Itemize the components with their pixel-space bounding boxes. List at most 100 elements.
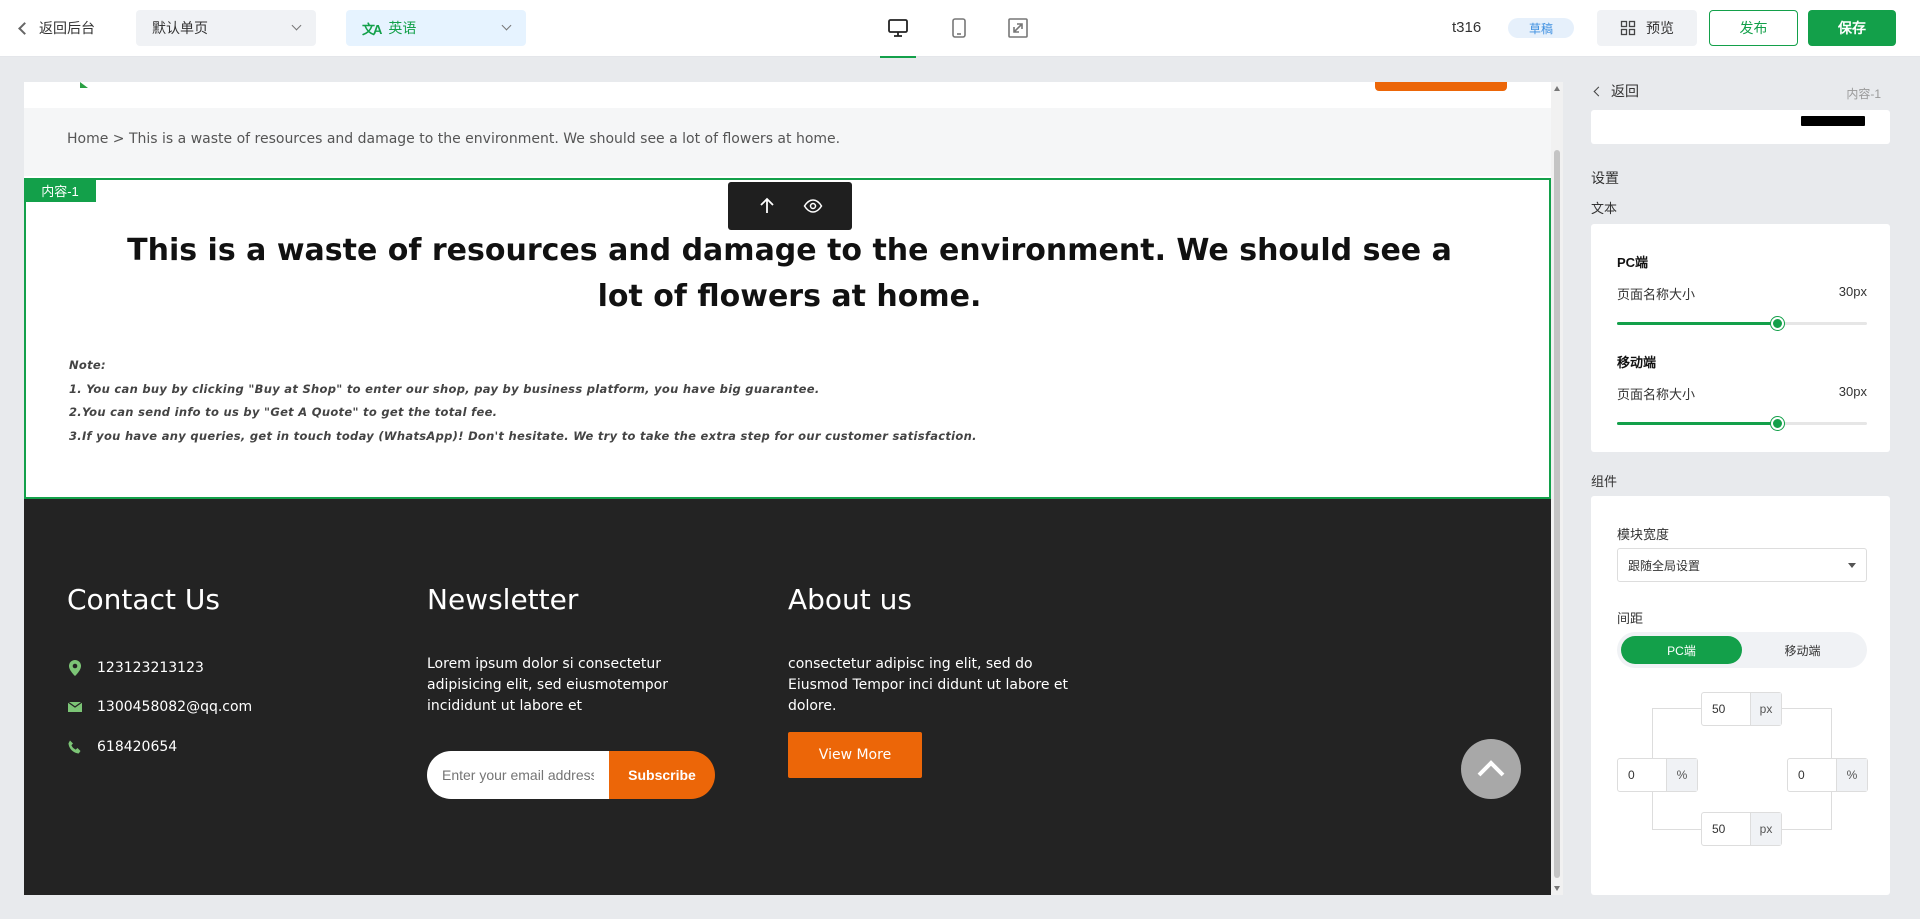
module-tag: 内容-1 (24, 178, 96, 202)
spacing-left-unit: % (1666, 759, 1697, 791)
toggle-mobile[interactable]: 移动端 (1742, 636, 1863, 664)
spacing-bottom-unit: px (1750, 813, 1781, 845)
contact-phone-text[interactable]: 618420654 (97, 739, 177, 755)
preview-button[interactable]: 预览 (1597, 10, 1697, 46)
contact-phone: 618420654 (67, 739, 177, 755)
note-line-2: 2.You can send info to us by "Get A Quot… (69, 405, 498, 419)
page-id: t316 (1452, 19, 1482, 36)
eye-icon[interactable] (803, 196, 823, 216)
settings-heading: 设置 (1591, 170, 1619, 186)
contact-address: 123123213123 (67, 659, 204, 677)
slider-thumb[interactable] (1771, 317, 1784, 330)
preview-label: 预览 (1646, 20, 1674, 36)
breadcrumb[interactable]: Home > This is a waste of resources and … (67, 131, 840, 147)
language-select-value: 英语 (388, 20, 417, 36)
module-width-select[interactable]: 跟随全局设置 (1617, 548, 1867, 582)
language-select[interactable]: 文A 英语 (346, 10, 526, 46)
pc-font-size-label: 页面名称大小 (1617, 287, 1696, 302)
spacing-label: 间距 (1617, 611, 1644, 626)
text-settings-card: PC端 页面名称大小 30px 移动端 页面名称大小 30px (1591, 224, 1890, 452)
about-text: consectetur adipisc ing elit, sed do Eiu… (788, 656, 1069, 714)
slider-thumb[interactable] (1771, 417, 1784, 430)
contact-email: 1300458082@qq.com (67, 699, 252, 715)
publish-button[interactable]: 发布 (1709, 10, 1798, 46)
spacing-right-input[interactable]: % (1787, 758, 1868, 792)
scrollbar-thumb[interactable] (1554, 150, 1560, 878)
arrow-up-icon[interactable] (757, 196, 777, 216)
mobile-font-size-value: 30px (1838, 384, 1867, 399)
fullscreen-icon (1008, 18, 1028, 38)
save-button[interactable]: 保存 (1808, 10, 1896, 46)
top-toolbar: 返回后台 默认单页 文A 英语 t316 草稿 预览 发布 保存 (0, 0, 1920, 58)
color-swatch[interactable] (1801, 116, 1865, 126)
mobile-label: 移动端 (1617, 355, 1657, 370)
mobile-icon (952, 18, 966, 38)
mobile-font-size-label: 页面名称大小 (1617, 387, 1696, 402)
status-badge: 草稿 (1508, 18, 1574, 38)
contact-email-text[interactable]: 1300458082@qq.com (97, 699, 252, 715)
spacing-bottom-value[interactable] (1702, 813, 1750, 845)
page-select[interactable]: 默认单页 (136, 10, 316, 46)
mobile-font-size-slider[interactable] (1617, 417, 1867, 430)
phone-icon (68, 740, 81, 754)
panel-back-button[interactable]: 返回 (1593, 82, 1639, 100)
newsletter-form: Subscribe (427, 751, 715, 799)
content-module[interactable]: 内容-1 This is a waste of resources and da… (24, 178, 1551, 499)
scroll-to-top-button[interactable] (1461, 739, 1521, 799)
module-width-value: 跟随全局设置 (1628, 558, 1701, 573)
toggle-pc[interactable]: PC端 (1621, 636, 1742, 664)
desktop-view-button[interactable] (880, 14, 916, 58)
view-more-button[interactable]: View More (788, 732, 922, 778)
slider-fill (1617, 422, 1777, 425)
pc-label: PC端 (1617, 255, 1649, 270)
subscribe-button[interactable]: Subscribe (609, 751, 715, 799)
spacing-device-toggle: PC端 移动端 (1617, 632, 1867, 668)
newsletter-email-input[interactable] (427, 751, 609, 799)
previous-setting-card (1591, 110, 1890, 144)
module-floating-toolbar (728, 182, 852, 230)
pc-font-size-slider[interactable] (1617, 317, 1867, 330)
chevron-down-icon (501, 20, 512, 31)
pc-font-size-value: 30px (1838, 284, 1867, 299)
location-pin-icon (69, 660, 81, 676)
content-title: This is a waste of resources and damage … (127, 233, 1452, 314)
panel-back-label: 返回 (1611, 83, 1639, 99)
page-select-value: 默认单页 (152, 20, 208, 36)
slider-fill (1617, 322, 1777, 325)
spacing-left-input[interactable]: % (1617, 758, 1698, 792)
header-orange-button[interactable] (1375, 82, 1507, 91)
about-heading: About us (788, 583, 913, 616)
note-line-3: 3.If you have any queries, get in touch … (69, 428, 977, 443)
spacing-right-value[interactable] (1788, 759, 1836, 791)
spacing-bottom-input[interactable]: px (1701, 812, 1782, 846)
chevron-left-icon (18, 21, 31, 35)
fullscreen-button[interactable] (1004, 14, 1032, 42)
grid-icon (1620, 20, 1636, 36)
panel-module-id: 内容-1 (1846, 87, 1881, 101)
spacing-left-value[interactable] (1618, 759, 1666, 791)
contact-address-text: 123123213123 (97, 660, 204, 676)
scroll-down-icon[interactable] (1554, 886, 1560, 891)
spacing-top-unit: px (1750, 693, 1781, 725)
back-to-admin-label: 返回后台 (39, 20, 95, 36)
newsletter-text: Lorem ipsum dolor si consectetur adipisi… (427, 656, 668, 714)
editor-canvas: Home > This is a waste of resources and … (24, 82, 1551, 895)
note-label: Note: (69, 358, 106, 372)
site-logo (80, 82, 88, 88)
module-width-label: 模块宽度 (1617, 527, 1670, 542)
mobile-view-button[interactable] (945, 14, 973, 42)
canvas-scrollbar[interactable] (1551, 82, 1563, 895)
spacing-top-value[interactable] (1702, 693, 1750, 725)
spacing-top-input[interactable]: px (1701, 692, 1782, 726)
chevron-left-icon (1593, 86, 1604, 96)
chevron-up-icon (1477, 760, 1505, 777)
component-section-label: 组件 (1591, 474, 1618, 489)
spacing-right-unit: % (1836, 759, 1867, 791)
back-to-admin-button[interactable]: 返回后台 (18, 16, 95, 40)
chevron-down-icon (291, 20, 302, 31)
scroll-up-icon[interactable] (1554, 86, 1560, 91)
note-block: Note: 1. You can buy by clicking "Buy at… (69, 354, 977, 448)
breadcrumb-bar: Home > This is a waste of resources and … (24, 108, 1551, 176)
component-settings-card: 模块宽度 跟随全局设置 间距 PC端 移动端 px % % px (1591, 496, 1890, 895)
note-line-1: 1. You can buy by clicking "Buy at Shop"… (69, 381, 820, 396)
